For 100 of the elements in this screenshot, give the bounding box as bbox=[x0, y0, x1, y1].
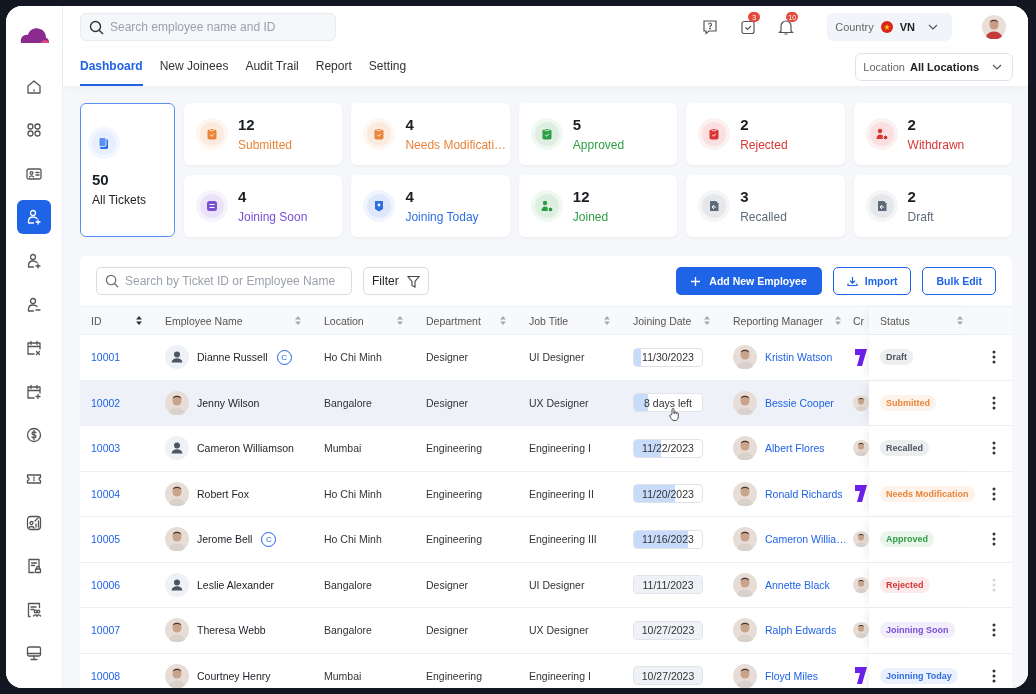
search-icon bbox=[105, 274, 119, 288]
table-cell: UI Designer bbox=[529, 578, 585, 591]
manager-link[interactable]: Ronald Richards bbox=[765, 487, 843, 500]
search-field[interactable]: Search by Ticket ID or Employee Name bbox=[96, 267, 352, 295]
manager-link[interactable]: Cameron Willia… bbox=[765, 533, 847, 546]
search-field[interactable]: Search employee name and ID bbox=[80, 13, 336, 41]
more-options-icon[interactable] bbox=[991, 532, 996, 547]
avatar bbox=[733, 572, 757, 597]
ticket-id-link[interactable]: 10003 bbox=[91, 442, 121, 455]
ticket-count: 3 bbox=[740, 188, 750, 205]
card-label: Rejected bbox=[740, 138, 788, 152]
avatar bbox=[733, 436, 757, 461]
ticket-count: 12 bbox=[572, 188, 591, 205]
manager-link[interactable]: Albert Flores bbox=[765, 442, 825, 455]
sort-icon[interactable] bbox=[136, 316, 142, 325]
add-employee-button[interactable]: Add New Employee bbox=[676, 267, 822, 295]
card-label: Joined bbox=[572, 210, 609, 224]
bell-icon[interactable] bbox=[777, 18, 796, 36]
column-header: Joining Date bbox=[633, 314, 692, 327]
table-cell: UI Designer bbox=[529, 351, 585, 364]
manager-link[interactable]: Bessie Cooper bbox=[765, 396, 834, 409]
column-header: Cr bbox=[853, 314, 865, 327]
all-tickets-card[interactable]: 50 All Tickets bbox=[80, 103, 175, 237]
status-card[interactable]: 2 Rejected bbox=[686, 103, 845, 165]
column-header: Reporting Manager bbox=[733, 314, 823, 327]
table-cell: Bangalore bbox=[324, 396, 372, 409]
status-card[interactable]: 4 Joining Today bbox=[351, 175, 510, 237]
ticket-id-link[interactable]: 10008 bbox=[91, 669, 121, 682]
card-label: Recalled bbox=[740, 210, 787, 224]
tab[interactable]: Audit Trail bbox=[245, 48, 299, 86]
card-label: All Tickets bbox=[92, 193, 147, 207]
more-options-icon[interactable] bbox=[991, 395, 996, 410]
search-icon bbox=[89, 20, 104, 35]
status-card[interactable]: 5 Approved bbox=[518, 103, 678, 165]
import-button[interactable]: Import bbox=[832, 267, 912, 295]
download-icon bbox=[846, 275, 858, 287]
status-card[interactable]: 12 Submitted bbox=[184, 103, 343, 165]
employee-name: Jenny Wilson bbox=[197, 396, 260, 409]
joining-date-pill: 10/27/2023 bbox=[633, 666, 703, 686]
card-label: Joining Today bbox=[405, 210, 479, 224]
more-options-icon[interactable] bbox=[991, 623, 996, 638]
table-cell: Designer bbox=[426, 351, 469, 364]
status-card[interactable]: 2 Withdrawn bbox=[853, 103, 1012, 165]
tab[interactable]: Report bbox=[315, 48, 352, 86]
more-options-icon[interactable] bbox=[991, 486, 996, 501]
employee-name: Cameron Williamson bbox=[197, 442, 294, 455]
ticket-id-link[interactable]: 10007 bbox=[91, 624, 121, 637]
ticket-id-link[interactable]: 10004 bbox=[91, 487, 121, 500]
manager-link[interactable]: Ralph Edwards bbox=[765, 624, 837, 637]
chevron-down-icon bbox=[992, 64, 1002, 70]
column-header: Department bbox=[426, 314, 481, 327]
manager-link[interactable]: Kristin Watson bbox=[765, 351, 833, 364]
card-label: Submitted bbox=[238, 138, 293, 152]
tab[interactable]: Dashboard bbox=[80, 48, 143, 86]
ticket-id-link[interactable]: 10006 bbox=[91, 578, 121, 591]
card-label: Needs Modificati… bbox=[405, 138, 507, 152]
avatar bbox=[733, 481, 757, 506]
calendar-plus-icon bbox=[25, 382, 43, 401]
help-chat-icon[interactable] bbox=[701, 18, 720, 36]
manager-link[interactable]: Floyd Miles bbox=[765, 669, 819, 682]
user-minus-icon bbox=[25, 295, 43, 314]
ticket-id-link[interactable]: 10005 bbox=[91, 533, 121, 546]
ticket-id-link[interactable]: 10001 bbox=[91, 351, 121, 364]
location-dropdown[interactable]: Location All Locations bbox=[855, 53, 1013, 81]
user-avatar[interactable] bbox=[982, 15, 1006, 39]
doc-users-icon bbox=[25, 600, 43, 619]
sidebar-item[interactable] bbox=[17, 200, 51, 235]
table-cell: Ho Chi Minh bbox=[324, 351, 382, 364]
user-plus-icon bbox=[25, 208, 43, 227]
tab[interactable]: New Joinees bbox=[159, 48, 229, 86]
status-card[interactable]: 2 Draft bbox=[853, 175, 1012, 237]
avatar bbox=[733, 390, 757, 415]
filter-button[interactable]: Filter bbox=[363, 267, 429, 295]
grid-icon bbox=[25, 121, 43, 140]
task-icon[interactable] bbox=[739, 18, 758, 36]
tab[interactable]: Setting bbox=[368, 48, 407, 86]
country-selector[interactable]: Country VN bbox=[827, 13, 952, 41]
calendar-x-icon bbox=[25, 339, 43, 358]
avatar bbox=[733, 527, 757, 552]
plus-icon bbox=[691, 276, 701, 286]
avatar bbox=[733, 663, 757, 688]
status-card[interactable]: 12 Joined bbox=[518, 175, 678, 237]
more-options-icon[interactable] bbox=[991, 441, 996, 456]
status-badge: Approved bbox=[880, 531, 934, 548]
doc-lock-icon bbox=[25, 557, 43, 576]
manager-link[interactable]: Annette Black bbox=[765, 578, 830, 591]
ticket-count: 4 bbox=[405, 116, 415, 133]
ticket-count: 5 bbox=[572, 116, 583, 133]
status-card[interactable]: 4 Needs Modificati… bbox=[351, 103, 510, 165]
status-card[interactable]: 3 Recalled bbox=[686, 175, 845, 237]
status-card[interactable]: 4 Joining Soon bbox=[184, 175, 343, 237]
more-options-icon[interactable] bbox=[991, 350, 996, 365]
employee-name: Courtney Henry bbox=[197, 669, 271, 682]
table-cell: Engineering bbox=[426, 533, 483, 546]
joining-date-pill: 11/16/2023 bbox=[633, 529, 703, 549]
table-cell: Bangalore bbox=[324, 578, 372, 591]
bulk-edit-button[interactable]: Bulk Edit bbox=[922, 267, 996, 295]
dollar-icon bbox=[25, 426, 43, 445]
more-options-icon[interactable] bbox=[991, 668, 996, 683]
ticket-id-link[interactable]: 10002 bbox=[91, 396, 121, 409]
